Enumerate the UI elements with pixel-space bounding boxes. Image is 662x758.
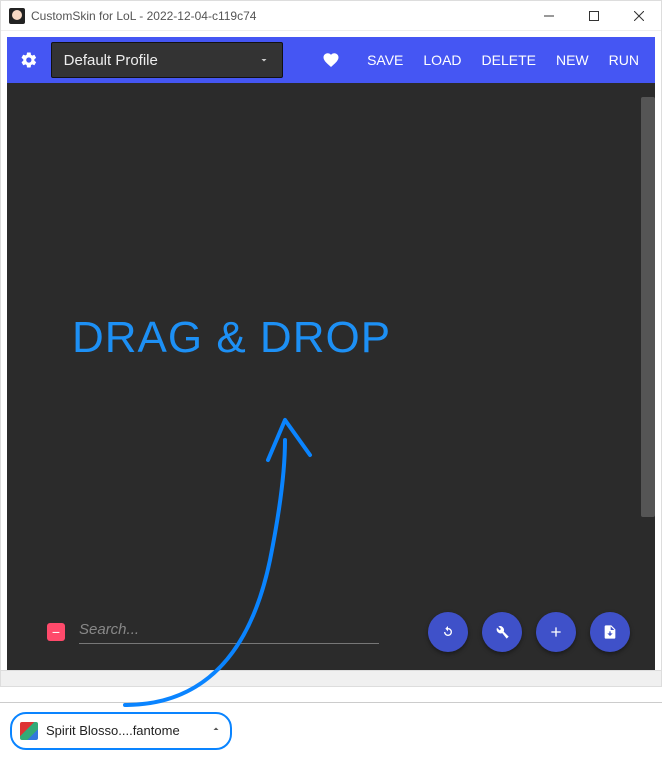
chevron-down-icon: [258, 54, 270, 66]
titlebar: CustomSkin for LoL - 2022-12-04-c119c74: [1, 1, 661, 31]
minimize-button[interactable]: [526, 1, 571, 30]
profile-select-label: Default Profile: [64, 52, 158, 69]
file-icon: [602, 624, 618, 640]
favorite-button[interactable]: [317, 51, 345, 69]
refresh-icon: [440, 624, 456, 640]
remove-button[interactable]: −: [47, 623, 65, 641]
close-button[interactable]: [616, 1, 661, 30]
app-icon: [9, 8, 25, 24]
search-input[interactable]: [79, 621, 379, 638]
chevron-up-icon: [210, 723, 222, 738]
save-button[interactable]: SAVE: [361, 52, 409, 68]
export-button[interactable]: [590, 612, 630, 652]
add-button[interactable]: [536, 612, 576, 652]
plus-icon: [548, 624, 564, 640]
scrollbar-vertical[interactable]: [641, 97, 655, 517]
new-button[interactable]: NEW: [550, 52, 595, 68]
load-button[interactable]: LOAD: [417, 52, 467, 68]
toolbar: Default Profile SAVE LOAD DELETE NEW RUN: [7, 37, 655, 83]
maximize-button[interactable]: [571, 1, 616, 30]
archive-icon: [20, 722, 38, 740]
fix-button[interactable]: [482, 612, 522, 652]
profile-select[interactable]: Default Profile: [51, 42, 283, 78]
window-title: CustomSkin for LoL - 2022-12-04-c119c74: [31, 9, 256, 23]
main-view[interactable]: DRAG & DROP −: [7, 83, 655, 680]
wrench-icon: [494, 624, 510, 640]
downloads-bar: Spirit Blosso....fantome: [0, 702, 662, 758]
scrollbar-horizontal[interactable]: [1, 670, 661, 686]
settings-button[interactable]: [15, 51, 43, 69]
refresh-button[interactable]: [428, 612, 468, 652]
download-filename: Spirit Blosso....fantome: [46, 723, 180, 738]
run-button[interactable]: RUN: [603, 52, 645, 68]
download-chip[interactable]: Spirit Blosso....fantome: [10, 712, 232, 750]
drag-drop-annotation: DRAG & DROP: [72, 313, 391, 363]
delete-button[interactable]: DELETE: [476, 52, 542, 68]
